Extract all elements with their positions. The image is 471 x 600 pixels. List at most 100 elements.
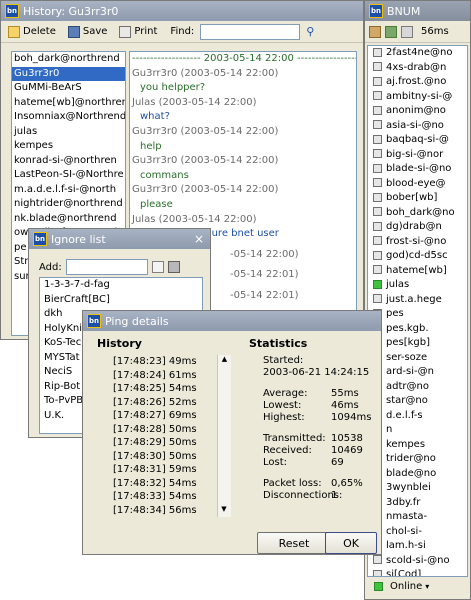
bnum-user-item[interactable]: 3dby.fr [368,496,467,511]
bnum-user-item[interactable]: asia-si-@no [368,119,467,134]
ping-history-item: [17:48:33] 54ms [113,491,197,502]
bnum-user-item[interactable]: dg)drab@n [368,220,467,235]
bnum-user-item[interactable]: julas [368,278,467,293]
bnum-user-item[interactable]: star@no [368,394,467,409]
history-header: History [97,337,142,350]
ignore-list-item[interactable]: BierCraft[BC] [40,293,202,308]
bnum-user-item[interactable]: d.e.l.f-s [368,409,467,424]
user-status-icon [373,236,382,245]
bnum-user-item[interactable]: blood-eye@ [368,177,467,192]
ok-button[interactable]: OK [325,532,377,554]
history-user-item[interactable]: nightrider@northrend [12,197,125,212]
settings-icon[interactable] [369,25,381,38]
ping-icon[interactable] [401,25,413,38]
bnum-user-item[interactable]: ard-si-@n [368,365,467,380]
bnum-user-item[interactable]: scold-si-@no [368,554,467,569]
add-icon[interactable] [151,261,164,273]
bnum-user-name: nmasta- [386,511,428,522]
chat-author: Julas (2003-05-14 22:00) [132,96,257,108]
bnum-user-name: 4xs-drab@n [386,61,447,73]
print-button[interactable]: Print [116,25,160,39]
stat-value: 10469 [331,445,363,456]
users-icon[interactable] [385,25,397,38]
status-selector[interactable]: Online ▾ [371,581,429,592]
bnum-user-item[interactable]: si[Cod] [368,568,467,576]
stat-label: Packet loss: [263,478,322,489]
find-search-icon[interactable]: ⚲ [306,25,314,38]
ping-titlebar[interactable]: bn Ping details [83,311,381,331]
delete-button[interactable]: Delete [5,25,59,39]
bnum-user-item[interactable]: bober[wb] [368,191,467,206]
bnum-user-item[interactable]: nmasta- [368,510,467,525]
bnum-user-item[interactable]: pes[kgb] [368,336,467,351]
remove-icon[interactable] [167,261,180,273]
history-user-item[interactable]: nk.blade@northrend [12,212,125,227]
bnum-user-item[interactable]: ser-soze [368,351,467,366]
bnum-user-item[interactable]: lam.h-si [368,539,467,554]
ignore-close-icon[interactable]: × [192,232,206,246]
bnum-user-item[interactable]: aj.frost.@no [368,75,467,90]
bnum-user-item[interactable]: adtr@no [368,380,467,395]
bnum-user-list[interactable]: 2fast4ne@no 4xs-drab@n aj.frost.@no ambitny… [367,45,468,577]
bnum-user-item[interactable]: pes [368,307,467,322]
bnum-user-item[interactable]: kempes [368,438,467,453]
save-icon [67,25,80,38]
stat-value: 46ms [331,400,359,411]
ping-value[interactable]: 56ms [421,26,449,37]
history-user-item[interactable]: Insomniax@Northrend [12,110,125,125]
reset-button[interactable]: Reset [257,532,331,554]
chat-message: what? [140,111,170,123]
ping-history-item: [17:48:27] 69ms [113,410,197,421]
bnum-user-item[interactable]: hateme[wb] [368,264,467,279]
bnum-titlebar[interactable]: bn BNUM [365,1,470,21]
ping-history-scrollbar[interactable]: ▲ ▼ [217,355,231,517]
ping-history-list[interactable]: [17:48:23] 49ms [17:48:24] 61ms [17:48:25]… [97,355,231,517]
bnum-user-item[interactable]: frost-si-@no [368,235,467,250]
bnum-user-name: bober[wb] [386,192,438,203]
add-input[interactable] [65,259,148,275]
history-user-item[interactable]: kempes [12,139,125,154]
stat-row: Average: 55ms [263,388,378,400]
user-status-icon [373,555,382,564]
delete-icon [8,25,20,38]
ping-history-item: [17:48:32] 54ms [113,477,197,489]
bnum-user-item[interactable]: n [368,423,467,438]
bnum-user-item[interactable]: ambitny-si-@ [368,90,467,105]
save-button[interactable]: Save [65,25,111,39]
scroll-up-icon[interactable]: ▲ [218,355,231,367]
bnum-user-item[interactable]: 4xs-drab@n [368,61,467,76]
bnum-user-item[interactable]: just.a.hege [368,293,467,308]
find-input[interactable] [200,23,301,40]
history-user-item[interactable]: boh_dark@northrend [12,52,125,67]
bnum-user-item[interactable]: god)cd-d5sc [368,249,467,264]
bnum-user-item[interactable]: anonim@no [368,104,467,119]
bnum-user-item[interactable]: baqbaq-si-@ [368,133,467,148]
bnum-user-item[interactable]: trider@no [368,452,467,467]
bnum-user-item[interactable]: 3wynblei [368,481,467,496]
started-value: 2003-06-21 14:24:15 [263,367,370,378]
stat-value: 55ms [331,388,359,399]
history-user-item[interactable]: LastPeon-SI-@Northre [12,168,125,183]
history-titlebar[interactable]: bn History: Gu3rr3r0 [1,1,363,21]
chat-message: you helpper? [140,82,206,94]
bnum-user-item[interactable]: pes.kgb. [368,322,467,337]
history-user-item[interactable]: julas [12,125,125,140]
chat-message: commans [140,169,189,181]
ignore-titlebar[interactable]: bn Ignore list × [29,229,210,249]
history-user-item[interactable]: Gu3rr3r0 [12,66,125,81]
bnum-user-item[interactable]: blade@no [368,467,467,482]
history-user-item[interactable]: hateme[wb]@northren [12,96,125,111]
bnum-user-item[interactable]: big-si-@nor [368,148,467,163]
bnum-user-name: asia-si-@no [386,119,444,131]
scroll-down-icon[interactable]: ▼ [218,505,230,517]
history-user-item[interactable]: m.a.d.e.l.f-si-@north [12,183,125,198]
bnum-user-item[interactable]: boh_dark@no [368,206,467,221]
bnum-user-item[interactable]: chol-si- [368,525,467,540]
bnum-user-item[interactable]: blade-si-@no [368,162,467,177]
history-user-item[interactable]: GuMMi-BeArS [12,81,125,96]
bnum-user-item[interactable]: 2fast4ne@no [368,46,467,61]
history-user-item[interactable]: konrad-si-@northren [12,154,125,169]
statistics-panel: Started: 2003-06-21 14:24:15 Average: 55m… [263,355,378,502]
ignore-list-item[interactable]: 1-3-3-7-d-fag [40,278,202,293]
chat-message: help [140,140,162,152]
